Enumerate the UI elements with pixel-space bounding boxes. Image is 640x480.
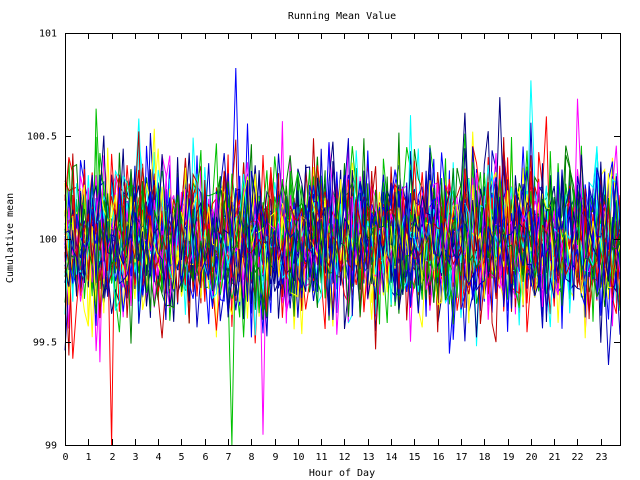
x-tick-label-12: 12 xyxy=(338,452,350,463)
x-tick-label-0: 0 xyxy=(62,452,68,463)
x-tick-label-7: 7 xyxy=(225,452,231,463)
x-tick-label-20: 20 xyxy=(525,452,537,463)
chart-container: Running Mean Value Hour of Day Cumulativ… xyxy=(0,0,640,480)
series-lines xyxy=(64,67,621,446)
x-tick-label-19: 19 xyxy=(502,452,514,463)
x-tick-label-8: 8 xyxy=(248,452,254,463)
y-tick-label-2: 100 xyxy=(39,235,57,246)
x-tick-label-13: 13 xyxy=(362,452,374,463)
x-tick-label-22: 22 xyxy=(571,452,583,463)
y-axis-label: Cumulative mean xyxy=(5,193,16,283)
x-tick-label-5: 5 xyxy=(178,452,184,463)
x-tick-label-18: 18 xyxy=(478,452,490,463)
x-axis-label: Hour of Day xyxy=(309,468,375,479)
x-tick-label-15: 15 xyxy=(408,452,420,463)
x-tick-label-17: 17 xyxy=(455,452,467,463)
x-tick-label-6: 6 xyxy=(202,452,208,463)
x-tick-label-11: 11 xyxy=(315,452,327,463)
y-tick-label-4: 101 xyxy=(39,29,57,40)
running-mean-chart: Running Mean Value Hour of Day Cumulativ… xyxy=(5,11,621,479)
x-tick-label-14: 14 xyxy=(385,452,397,463)
x-tick-label-10: 10 xyxy=(292,452,304,463)
x-tick-label-9: 9 xyxy=(272,452,278,463)
x-tick-label-21: 21 xyxy=(548,452,560,463)
y-tick-label-0: 99 xyxy=(45,441,57,452)
x-tick-label-23: 23 xyxy=(595,452,607,463)
x-tick-label-16: 16 xyxy=(432,452,444,463)
chart-title: Running Mean Value xyxy=(288,11,396,22)
y-tick-label-3: 100.5 xyxy=(27,132,57,143)
x-tick-label-3: 3 xyxy=(132,452,138,463)
x-tick-label-1: 1 xyxy=(85,452,91,463)
y-tick-label-1: 99.5 xyxy=(33,338,57,349)
x-tick-label-2: 2 xyxy=(109,452,115,463)
x-tick-label-4: 4 xyxy=(155,452,161,463)
